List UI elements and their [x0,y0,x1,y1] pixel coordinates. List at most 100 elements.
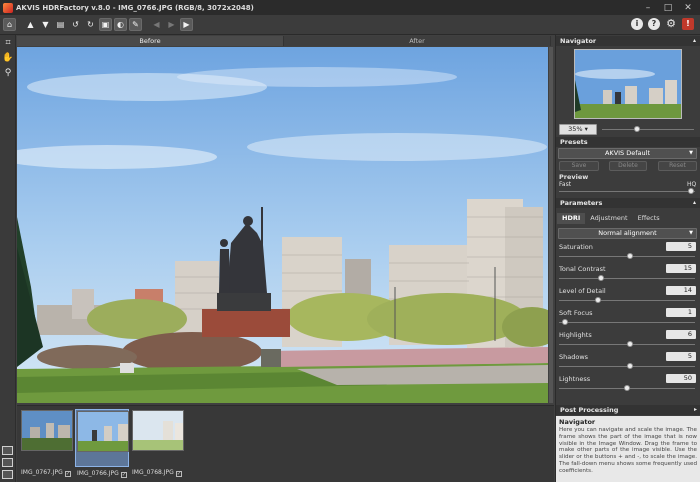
thumbnail-checkbox[interactable]: ✓ [120,472,127,478]
back-icon[interactable]: ◀ [150,18,163,31]
presets-title: Presets [560,138,588,146]
thumbnail-0768[interactable]: IMG_0768.JPG ✓ [131,409,185,477]
thumbnail-0766[interactable]: IMG_0766.JPG ✓ [75,409,129,478]
thumbnail-checkbox[interactable]: ✓ [175,471,182,477]
preset-dropdown[interactable]: AKVIS Default ▼ [558,148,697,159]
forward-icon[interactable]: ▶ [165,18,178,31]
param-label: Soft Focus [559,309,593,317]
open-icon[interactable]: ▲ [24,18,37,31]
param-slider-knob[interactable] [627,341,633,347]
filmstrip: IMG_0767.JPG✓ IMG_0766.JPG✓ IMG_0768.J [17,405,554,482]
alignment-dropdown[interactable]: Normal alignment ▼ [558,228,697,239]
preview-label: Preview [559,173,589,181]
navigator-image [575,50,681,118]
param-label: Lightness [559,375,591,383]
help-text: Here you can navigate and scale the imag… [559,427,697,474]
save-icon[interactable]: ▼ [39,18,52,31]
view-mode-filmstrip-icon[interactable] [2,470,13,479]
tab-adjustment[interactable]: Adjustment [585,213,632,224]
param-value-field[interactable]: 5 [666,242,696,251]
minimize-button[interactable]: – [638,0,658,15]
post-processing-header[interactable]: Post Processing ▸ [556,405,700,415]
param-value-field[interactable]: 14 [666,286,696,295]
thumbnail-image [78,412,128,451]
settings-panel: Navigator ▴ 35% ▾ Presets AKVIS Default ▼ … [555,35,700,482]
tab-after[interactable]: After [284,36,551,46]
preview-slider-track[interactable] [559,191,695,192]
collapse-icon[interactable]: ▴ [693,198,696,208]
thumbnail-image [133,411,183,450]
parameters-header[interactable]: Parameters ▴ [556,198,700,208]
param-value-field[interactable]: 15 [666,264,696,273]
param-slider-track[interactable] [559,300,695,301]
compare-icon[interactable]: ◐ [114,18,127,31]
image-window[interactable] [17,47,548,403]
print-icon[interactable]: ▤ [54,18,67,31]
app-logo-icon [3,2,13,13]
help-panel: Navigator Here you can navigate and scal… [556,416,700,482]
chevron-down-icon: ▾ [584,125,588,133]
preview-slider-knob[interactable] [688,188,694,194]
thumbnail-image [22,411,72,450]
toolbar: ⌂ ▲ ▼ ▤ ↺ ↻ ▣ ◐ ✎ ◀ ▶ ▶ i ? ⚙ ! [0,15,700,35]
maximize-button[interactable]: □ [658,0,678,15]
help-icon[interactable]: ? [648,18,660,30]
param-slider-knob[interactable] [624,385,630,391]
thumbnail-filename: IMG_0767.JPG [21,469,63,476]
param-value-field[interactable]: 5 [666,352,696,361]
param-slider-track[interactable] [559,322,695,323]
settings-toggle-icon[interactable]: ✎ [129,18,142,31]
navigator-header[interactable]: Navigator ▴ [556,36,700,46]
param-label: Level of Detail [559,287,606,295]
tool-strip: ⌗ ✋ ⚲ [0,35,16,482]
param-slider-knob[interactable] [627,363,633,369]
close-button[interactable]: ✕ [678,0,698,15]
save-preset-button[interactable]: Save [559,161,599,171]
run-icon[interactable]: ▶ [180,18,193,31]
undo-icon[interactable]: ↺ [69,18,82,31]
param-value-field[interactable]: 50 [666,374,696,383]
tab-before[interactable]: Before [17,36,284,46]
tab-hdri[interactable]: HDRI [557,213,586,224]
reset-preset-button[interactable]: Reset [658,161,697,171]
zoom-slider-knob[interactable] [634,126,640,132]
param-slider-knob[interactable] [562,319,568,325]
param-slider-track[interactable] [559,278,695,279]
crop-icon[interactable]: ⌗ [1,36,15,50]
hand-icon[interactable]: ✋ [1,51,15,65]
param-slider-knob[interactable] [598,275,604,281]
home-icon[interactable]: ⌂ [3,18,16,31]
thumbnail-filename: IMG_0768.JPG [132,469,174,476]
zoom-dropdown[interactable]: 35% ▾ [559,124,597,135]
param-value-field[interactable]: 6 [666,330,696,339]
redo-icon[interactable]: ↻ [84,18,97,31]
param-label: Highlights [559,331,592,339]
zoom-value: 35% [568,125,583,133]
param-value-field[interactable]: 1 [666,308,696,317]
expand-icon[interactable]: ▸ [694,405,697,415]
tab-effects[interactable]: Effects [633,213,665,224]
param-label: Tonal Contrast [559,265,606,273]
gear-icon[interactable]: ⚙ [665,18,677,30]
info-icon[interactable]: i [631,18,643,30]
navigator-preview[interactable] [574,49,682,119]
delete-preset-button[interactable]: Delete [609,161,647,171]
app-window: AKVIS HDRFactory v.8.0 - IMG_0766.JPG (R… [0,0,700,482]
batch-icon[interactable]: ▣ [99,18,112,31]
param-slider-knob[interactable] [627,253,633,259]
collapse-icon[interactable]: ▴ [693,36,696,46]
image-scrollbar[interactable] [549,47,553,403]
presets-header[interactable]: Presets [556,137,700,147]
preview-hq-label: HQ [687,181,697,188]
view-mode-split-icon[interactable] [2,458,13,467]
param-label: Saturation [559,243,593,251]
param-label: Shadows [559,353,589,361]
zoom-slider-track[interactable] [602,129,694,130]
photo-park-monument [17,47,548,403]
view-mode-single-icon[interactable] [2,446,13,455]
thumbnail-checkbox[interactable]: ✓ [64,471,71,477]
hdr-alert-icon[interactable]: ! [682,18,694,30]
param-slider-knob[interactable] [595,297,601,303]
zoom-icon[interactable]: ⚲ [1,66,15,80]
thumbnail-0767[interactable]: IMG_0767.JPG ✓ [20,409,74,477]
